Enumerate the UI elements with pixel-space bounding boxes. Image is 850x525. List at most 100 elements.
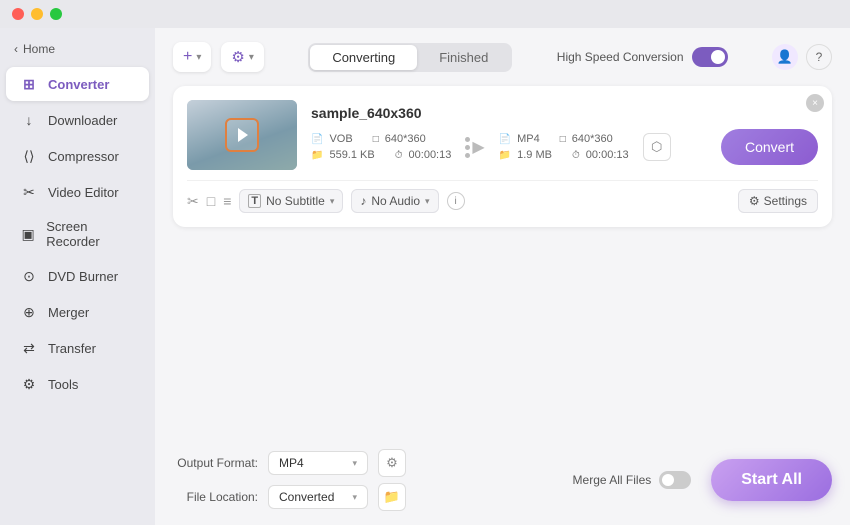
target-format-row: 📄 MP4 □ 640*360 (499, 133, 629, 145)
subtitle-icon: T (248, 194, 261, 208)
subtitle-chevron-icon: ▾ (330, 196, 335, 207)
sidebar-item-dvd-burner[interactable]: ⊙ DVD Burner (6, 259, 149, 293)
audio-label: No Audio (371, 194, 420, 208)
card-top: sample_640x360 📄 VOB □ 640*360 📁 559.1 K… (187, 100, 818, 170)
file-location-row: File Location: Converted ▾ 📁 (173, 483, 406, 511)
file-card: × sample_640x360 📄 VOB (173, 86, 832, 227)
speed-control: High Speed Conversion (557, 47, 728, 67)
card-bottom: ✂ □ ≡ T No Subtitle ▾ ♪ No Audio ▾ i ⚙ S… (187, 180, 818, 213)
file-location-value: Converted (279, 490, 334, 504)
output-format-row: Output Format: MP4 ▾ ⚙ (173, 449, 406, 477)
source-size-row: 📁 559.1 KB ⏱ 00:00:13 (311, 149, 451, 161)
export-settings-area: ⬡ (643, 133, 671, 161)
settings-button[interactable]: ⚙ Settings (738, 189, 818, 213)
sidebar-item-screen-recorder[interactable]: ▣ Screen Recorder (6, 211, 149, 257)
add-file-button[interactable]: + ▾ (173, 42, 211, 72)
speed-toggle[interactable] (692, 47, 728, 67)
close-icon: × (812, 98, 818, 109)
header-icons: 👤 ? (772, 44, 832, 70)
edit-icons: ✂ □ ≡ (187, 193, 231, 210)
source-resolution: 640*360 (385, 133, 426, 145)
sidebar-item-tools[interactable]: ⚙ Tools (6, 367, 149, 401)
file-location-select[interactable]: Converted ▾ (268, 485, 368, 509)
sidebar-item-transfer[interactable]: ⇄ Transfer (6, 331, 149, 365)
settings-icon: ⚙ (231, 48, 244, 66)
cut-icon[interactable]: ✂ (187, 193, 199, 210)
main-content: + ▾ ⚙ ▾ Converting Finished High Speed C… (155, 28, 850, 525)
tab-converting[interactable]: Converting (310, 45, 417, 70)
tab-finished[interactable]: Finished (417, 45, 510, 70)
format-icon: 📄 (311, 134, 323, 145)
sidebar-item-label: Transfer (48, 341, 96, 356)
folder-icon: 📁 (384, 489, 400, 505)
title-bar (0, 0, 850, 28)
source-filesize: 559.1 KB (329, 149, 374, 161)
header-left: + ▾ ⚙ ▾ (173, 42, 264, 72)
close-card-button[interactable]: × (806, 94, 824, 112)
minimize-button[interactable] (31, 8, 43, 20)
merge-toggle[interactable] (659, 471, 691, 489)
help-icon[interactable]: ? (806, 44, 832, 70)
user-icon[interactable]: 👤 (772, 44, 798, 70)
screen-recorder-icon: ▣ (20, 225, 36, 243)
add-settings-button[interactable]: ⚙ ▾ (221, 42, 263, 72)
sidebar-item-label: Tools (48, 377, 78, 392)
output-format-select[interactable]: MP4 ▾ (268, 451, 368, 475)
speed-label: High Speed Conversion (557, 50, 684, 64)
play-button[interactable] (225, 118, 259, 152)
convert-arrow: ▶ (465, 137, 484, 158)
audio-select[interactable]: ♪ No Audio ▾ (351, 189, 438, 213)
sidebar-item-converter[interactable]: ⊞ Converter (6, 67, 149, 101)
crop-icon[interactable]: □ (207, 193, 215, 209)
compressor-icon: ⟨⟩ (20, 147, 38, 165)
add-dropdown-chevron: ▾ (196, 52, 201, 63)
convert-button[interactable]: Convert (721, 129, 818, 165)
sidebar-item-video-editor[interactable]: ✂ Video Editor (6, 175, 149, 209)
gear-icon: ⚙ (749, 194, 760, 208)
file-info: sample_640x360 📄 VOB □ 640*360 📁 559.1 K… (311, 105, 818, 165)
home-label: Home (23, 42, 55, 56)
target-filesize: 1.9 MB (517, 149, 552, 161)
start-all-button[interactable]: Start All (711, 459, 832, 501)
subtitle-select[interactable]: T No Subtitle ▾ (239, 189, 343, 213)
sidebar-item-merger[interactable]: ⊕ Merger (6, 295, 149, 329)
sidebar-item-downloader[interactable]: ↓ Downloader (6, 103, 149, 137)
downloader-icon: ↓ (20, 111, 38, 129)
source-format: VOB (329, 133, 352, 145)
sidebar-item-label: DVD Burner (48, 269, 118, 284)
merge-control: Merge All Files (573, 471, 692, 489)
footer-left: Output Format: MP4 ▾ ⚙ File Location: Co… (173, 449, 406, 511)
home-link[interactable]: ‹ Home (0, 36, 155, 66)
file-location-label: File Location: (173, 490, 258, 504)
info-button[interactable]: i (447, 192, 465, 210)
duration-icon: ⏱ (395, 150, 403, 161)
subtitle-label: No Subtitle (266, 194, 325, 208)
target-duration-icon: ⏱ (572, 150, 580, 161)
audio-icon: ♪ (360, 194, 366, 208)
info-icon: i (454, 196, 456, 207)
location-chevron-icon: ▾ (352, 492, 357, 503)
target-format: MP4 (517, 133, 540, 145)
dvd-burner-icon: ⊙ (20, 267, 38, 285)
maximize-button[interactable] (50, 8, 62, 20)
footer-right: Merge All Files Start All (573, 459, 832, 501)
export-icon[interactable]: ⬡ (643, 133, 671, 161)
sidebar-item-compressor[interactable]: ⟨⟩ Compressor (6, 139, 149, 173)
header-row: + ▾ ⚙ ▾ Converting Finished High Speed C… (173, 42, 832, 72)
close-button[interactable] (12, 8, 24, 20)
target-resolution: 640*360 (572, 133, 613, 145)
settings-dropdown-chevron: ▾ (249, 52, 254, 63)
output-gear-icon: ⚙ (386, 455, 398, 471)
browse-folder-button[interactable]: 📁 (378, 483, 406, 511)
sidebar-item-label: Converter (48, 77, 109, 92)
tools-icon: ⚙ (20, 375, 38, 393)
sidebar-item-label: Merger (48, 305, 89, 320)
target-size-row: 📁 1.9 MB ⏱ 00:00:13 (499, 149, 629, 161)
output-format-label: Output Format: (173, 456, 258, 470)
play-triangle-icon (238, 128, 248, 142)
tab-switcher: Converting Finished (308, 43, 512, 72)
effects-icon[interactable]: ≡ (223, 193, 231, 209)
output-settings-button[interactable]: ⚙ (378, 449, 406, 477)
sidebar-item-label: Video Editor (48, 185, 119, 200)
target-filesize-icon: 📁 (499, 150, 511, 161)
